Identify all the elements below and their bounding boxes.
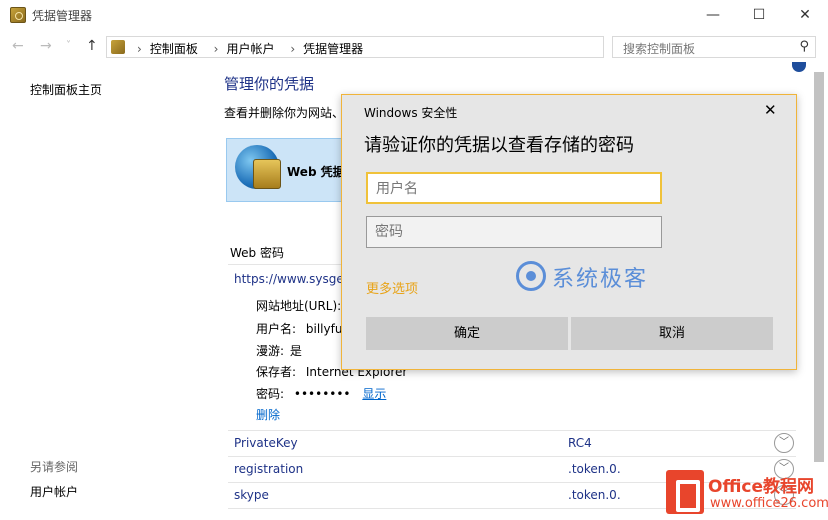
maximize-button[interactable]: ☐ [736, 0, 782, 30]
watermark: 系统极客 [516, 261, 686, 293]
windows-security-dialog: Windows 安全性 ✕ 请验证你的凭据以查看存储的密码 用户名 密码 更多选… [341, 94, 797, 370]
show-password-link[interactable]: 显示 [362, 387, 386, 401]
dialog-heading: 请验证你的凭据以查看存储的密码 [364, 135, 634, 156]
credential-manager-icon [10, 7, 26, 23]
address-bar[interactable]: ›控制面板 ›用户帐户 ›凭据管理器 ▼ ↻ [106, 36, 703, 58]
detail-roaming-value: 是 [289, 344, 302, 358]
web-credentials-label: Web 凭据 [287, 165, 345, 179]
search-input[interactable]: 搜索控制面板 ⚲ [612, 36, 816, 58]
recent-locations-icon[interactable]: ˅ [66, 40, 71, 51]
breadcrumb-credential-manager[interactable]: 凭据管理器 [303, 42, 363, 56]
globe-vault-icon [235, 145, 281, 189]
dialog-title: Windows 安全性 [364, 106, 458, 120]
watermark-text: 系统极客 [552, 267, 649, 292]
user-accounts-link[interactable]: 用户帐户 [30, 483, 78, 500]
username-placeholder: 用户名 [376, 181, 418, 197]
credential-entry-url[interactable]: https://www.sysgee [234, 272, 351, 286]
breadcrumb-separator: › [137, 42, 142, 56]
dialog-close-icon[interactable]: ✕ [764, 101, 777, 119]
detail-url: 网站地址(URL): [256, 297, 341, 314]
badge-name: Office教程网 [708, 477, 815, 497]
search-icon[interactable]: ⚲ [799, 39, 809, 54]
see-also-heading: 另请参阅 [30, 460, 79, 474]
forward-icon[interactable]: → [40, 38, 52, 54]
credential-type: RC4 [568, 436, 592, 450]
detail-username-label: 用户名: [256, 322, 297, 336]
breadcrumb-separator: › [213, 42, 219, 56]
detail-url-label: 网站地址(URL): [256, 299, 342, 313]
credential-type: .token.0. [568, 462, 621, 476]
page-description: 查看并删除你为网站、 [224, 106, 345, 120]
breadcrumb-separator: › [290, 42, 296, 56]
back-icon[interactable]: ← [12, 38, 24, 54]
detail-username: 用户名: billyfu [256, 320, 342, 337]
control-panel-home-link[interactable]: 控制面板主页 [30, 81, 102, 98]
breadcrumb-user-accounts[interactable]: 用户帐户 [226, 42, 274, 56]
web-passwords-heading: Web 密码 [230, 246, 284, 260]
password-placeholder: 密码 [375, 224, 403, 240]
detail-roaming-label: 漫游: [256, 344, 285, 358]
credential-name: skype [234, 488, 269, 502]
more-options-link[interactable]: 更多选项 [366, 278, 418, 297]
up-icon[interactable]: ↑ [86, 38, 98, 54]
password-field[interactable]: 密码 [366, 216, 662, 248]
table-row[interactable]: PrivateKey RC4 ﹀ [228, 430, 796, 456]
minimize-button[interactable]: — [690, 0, 736, 30]
breadcrumb-control-panel[interactable]: 控制面板 [150, 42, 198, 56]
navigation-bar: ← → ˅ ↑ ›控制面板 ›用户帐户 ›凭据管理器 ▼ ↻ 搜索控制面板 ⚲ [0, 30, 828, 64]
detail-password-label: 密码: [256, 387, 285, 401]
detail-saved-by-label: 保存者: [256, 365, 297, 379]
scrollbar-thumb[interactable] [814, 72, 824, 462]
breadcrumb: › 控制面板 › 用户帐户 › 凭据管理器 [133, 40, 363, 57]
badge-url: www.office26.com [710, 496, 828, 511]
delete-credential-link[interactable]: 删除 [256, 406, 280, 423]
office-logo-icon [666, 470, 704, 514]
detail-password: 密码: •••••••• 显示 [256, 385, 386, 402]
detail-username-value: billyfu [305, 322, 343, 336]
credential-name: PrivateKey [234, 436, 298, 450]
help-icon[interactable] [792, 62, 806, 72]
window-title: 凭据管理器 [32, 9, 93, 23]
search-placeholder: 搜索控制面板 [623, 42, 696, 56]
credential-name: registration [234, 462, 304, 476]
ok-button[interactable]: 确定 [366, 317, 568, 350]
watermark-logo-icon [516, 261, 546, 291]
username-field[interactable]: 用户名 [366, 172, 662, 204]
expand-chevron-icon[interactable]: ﹀ [774, 433, 794, 453]
control-panel-icon [111, 40, 125, 54]
cancel-button[interactable]: 取消 [571, 317, 773, 350]
credential-type: .token.0. [568, 488, 621, 502]
title-bar: 凭据管理器 — ☐ ✕ [0, 0, 828, 30]
close-button[interactable]: ✕ [782, 0, 828, 30]
page-title: 管理你的凭据 [224, 75, 315, 93]
detail-password-value: •••••••• [293, 387, 351, 401]
site-watermark-badge: Office教程网 www.office26.com [660, 466, 828, 520]
detail-roaming: 漫游: 是 [256, 342, 302, 359]
